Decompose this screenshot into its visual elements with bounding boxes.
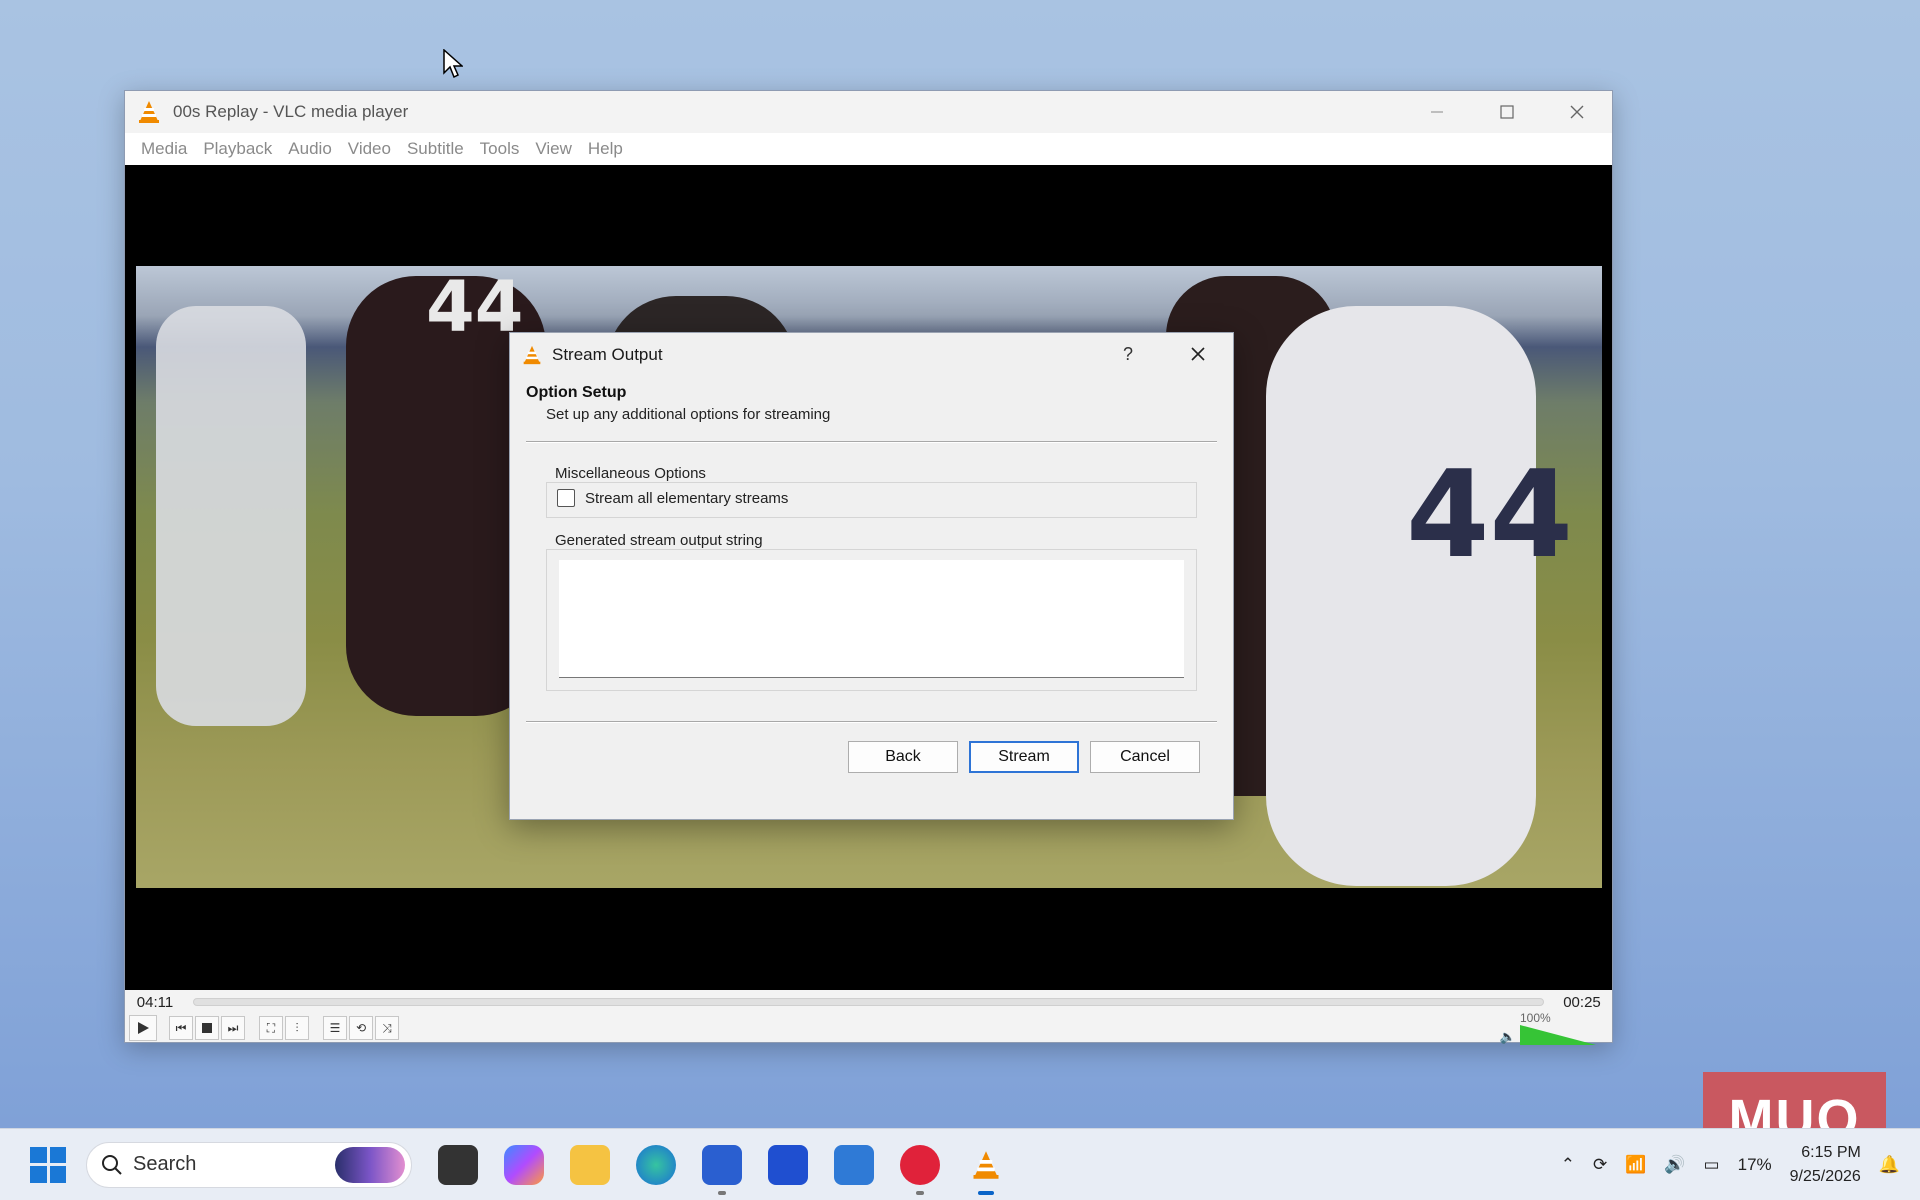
previous-icon: ⏮ (175, 1020, 187, 1035)
stop-icon (202, 1023, 212, 1033)
battery-percent[interactable]: 17% (1738, 1155, 1772, 1175)
menu-view[interactable]: View (527, 139, 580, 159)
vlc-taskbar-icon[interactable] (966, 1145, 1006, 1195)
notification-bell-icon[interactable]: 🔔 (1879, 1155, 1900, 1175)
menu-subtitle[interactable]: Subtitle (399, 139, 472, 159)
battery-icon[interactable]: ▭ (1704, 1155, 1720, 1175)
menu-bar: Media Playback Audio Video Subtitle Tool… (125, 133, 1612, 165)
volume-label: 100% (1520, 1011, 1551, 1025)
shuffle-icon: ⤨ (382, 1020, 392, 1035)
search-label: Search (133, 1153, 197, 1175)
app-icon[interactable] (768, 1144, 808, 1185)
sync-icon[interactable]: ⟳ (1593, 1155, 1607, 1175)
cancel-button[interactable]: Cancel (1090, 741, 1200, 773)
file-explorer-icon[interactable] (570, 1144, 610, 1185)
fullscreen-icon: ⛶ (266, 1020, 276, 1035)
menu-tools[interactable]: Tools (472, 139, 528, 159)
windows-logo-icon (30, 1146, 47, 1163)
close-icon (1570, 105, 1584, 119)
task-view-icon[interactable] (438, 1144, 478, 1185)
clock[interactable]: 6:15 PM 9/25/2026 (1790, 1141, 1861, 1189)
stream-button[interactable]: Stream (969, 741, 1079, 773)
misc-options-group: Stream all elementary streams (546, 482, 1197, 518)
misc-options-label: Miscellaneous Options (555, 465, 706, 482)
mouse-cursor-icon (443, 49, 463, 79)
vlc-cone-icon (523, 345, 541, 364)
equalizer-icon: ⫶ (295, 1020, 299, 1035)
loop-icon: ⟲ (355, 1021, 367, 1035)
edge-icon[interactable] (636, 1144, 676, 1185)
extended-settings-button[interactable]: ⫶ (285, 1016, 309, 1040)
taskbar-search[interactable]: Search (86, 1141, 412, 1188)
output-string-label: Generated stream output string (555, 532, 763, 549)
close-icon (1191, 346, 1205, 361)
taskbar: Search ⌃ ⟳ 📶 🔊 ▭ 17% 6:15 PM 9/25/2026 🔔 (0, 1128, 1920, 1200)
start-button[interactable] (30, 1146, 66, 1183)
seek-row: 04:11 00:25 (125, 990, 1612, 1014)
volume-slider[interactable] (1520, 1025, 1596, 1045)
shuffle-button[interactable]: ⤨ (375, 1016, 399, 1040)
dialog-title: Stream Output (552, 344, 663, 364)
player-figure (156, 306, 306, 726)
media-player-icon[interactable] (900, 1144, 940, 1195)
clock-time: 6:15 PM (1801, 1143, 1861, 1161)
stream-all-label[interactable]: Stream all elementary streams (585, 490, 788, 507)
help-button[interactable]: ? (1093, 344, 1163, 365)
loop-button[interactable]: ⟲ (349, 1016, 373, 1040)
dialog-close-button[interactable] (1163, 342, 1233, 368)
option-setup-heading: Option Setup (526, 384, 627, 401)
maximize-button[interactable] (1472, 91, 1542, 133)
stop-button[interactable] (195, 1016, 219, 1040)
playlist-icon: ☰ (329, 1021, 341, 1035)
volume-control[interactable]: 🔈 100% (1500, 1011, 1596, 1045)
stream-output-dialog: Stream Output ? Option Setup Set up any … (509, 332, 1234, 820)
volume-icon[interactable]: 🔊 (1664, 1155, 1685, 1175)
output-string-textbox[interactable] (559, 560, 1184, 678)
divider (526, 721, 1217, 723)
seek-bar[interactable] (193, 998, 1544, 1006)
menu-video[interactable]: Video (340, 139, 399, 159)
outlook-icon[interactable] (834, 1144, 874, 1185)
option-setup-subheading: Set up any additional options for stream… (546, 406, 831, 423)
copilot-icon[interactable] (504, 1144, 544, 1185)
player-figure (1266, 306, 1536, 886)
play-button[interactable] (129, 1015, 157, 1041)
menu-playback[interactable]: Playback (195, 139, 280, 159)
play-icon (138, 1022, 149, 1034)
next-icon: ⏭ (227, 1020, 239, 1035)
fullscreen-button[interactable]: ⛶ (259, 1016, 283, 1040)
menu-audio[interactable]: Audio (280, 139, 339, 159)
remaining-time[interactable]: 00:25 (1552, 994, 1612, 1011)
search-highlight-image (335, 1146, 405, 1183)
menu-help[interactable]: Help (580, 139, 631, 159)
next-button[interactable]: ⏭ (221, 1016, 245, 1040)
store-icon[interactable] (702, 1144, 742, 1195)
jersey-number: 44 (1406, 446, 1573, 585)
previous-button[interactable]: ⏮ (169, 1016, 193, 1040)
dialog-titlebar[interactable]: Stream Output ? (510, 333, 1233, 376)
close-button[interactable] (1542, 91, 1612, 133)
stream-all-checkbox[interactable] (557, 489, 575, 507)
controls-row: ⏮ ⏭ ⛶ ⫶ ☰ ⟲ ⤨ 🔈 100% (125, 1011, 1612, 1045)
vlc-cone-icon (139, 101, 159, 123)
back-button[interactable]: Back (848, 741, 958, 773)
chevron-up-icon[interactable]: ⌃ (1561, 1155, 1575, 1175)
stream-all-row[interactable]: Stream all elementary streams (547, 483, 1196, 513)
wifi-icon[interactable]: 📶 (1625, 1155, 1646, 1175)
clock-date: 9/25/2026 (1789, 1167, 1861, 1185)
playlist-button[interactable]: ☰ (323, 1016, 347, 1040)
search-icon (102, 1154, 122, 1175)
menu-media[interactable]: Media (133, 139, 195, 159)
maximize-icon (1500, 105, 1514, 119)
minimize-icon (1431, 111, 1443, 113)
window-title: 00s Replay - VLC media player (173, 102, 409, 121)
minimize-button[interactable] (1402, 91, 1472, 133)
output-string-group (546, 549, 1197, 691)
vlc-cone-icon (973, 1150, 999, 1179)
elapsed-time: 04:11 (136, 993, 174, 1011)
speaker-icon[interactable]: 🔈 (1500, 1029, 1516, 1045)
system-tray: ⌃ ⟳ 📶 🔊 ▭ 17% 6:15 PM 9/25/2026 🔔 (1561, 1141, 1900, 1189)
window-titlebar[interactable]: 00s Replay - VLC media player (125, 91, 1612, 133)
